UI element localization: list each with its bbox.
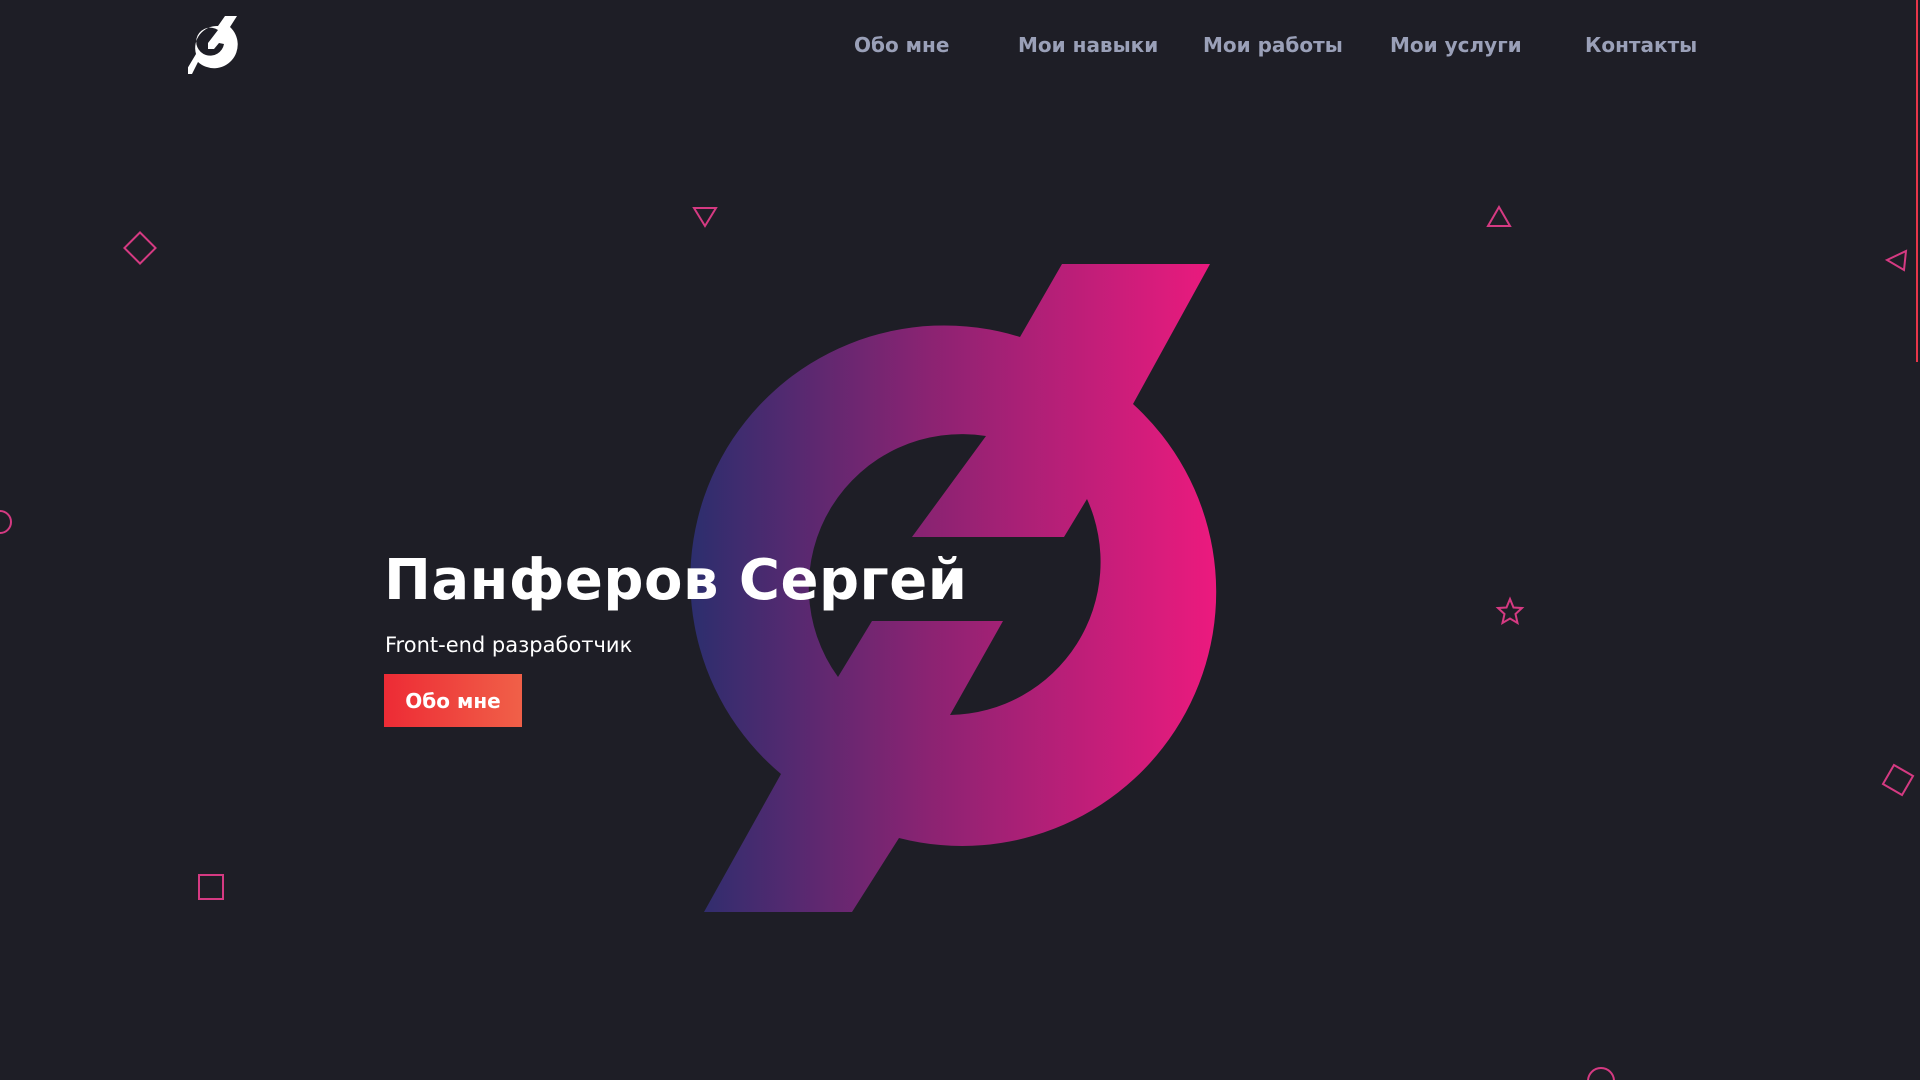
nav-item-services[interactable]: Мои услуги [1390,30,1522,60]
nav-item-works[interactable]: Мои работы [1203,30,1343,60]
scrollbar-thumb[interactable] [1916,0,1918,362]
nav-item-about[interactable]: Обо мне [854,30,949,60]
nav-item-contacts[interactable]: Контакты [1585,30,1697,60]
triangle-up-icon [1486,205,1512,227]
square-icon [198,874,224,900]
diamond-icon [1881,763,1915,797]
circle-icon [0,510,12,534]
nav-item-skills[interactable]: Мои навыки [1018,30,1158,60]
main-nav: Обо мне Мои навыки Мои работы Мои услуги… [0,30,1920,60]
page: Обо мне Мои навыки Мои работы Мои услуги… [0,0,1920,1080]
triangle-down-icon [692,207,718,228]
diamond-icon [123,231,157,265]
triangle-left-icon [1884,249,1908,272]
about-me-button[interactable]: Обо мне [384,674,522,727]
star-icon [1495,596,1525,626]
hero-title: Панферов Сергей [384,548,968,613]
hero-subtitle: Front-end разработчик [385,633,633,657]
circle-icon [1587,1067,1615,1080]
